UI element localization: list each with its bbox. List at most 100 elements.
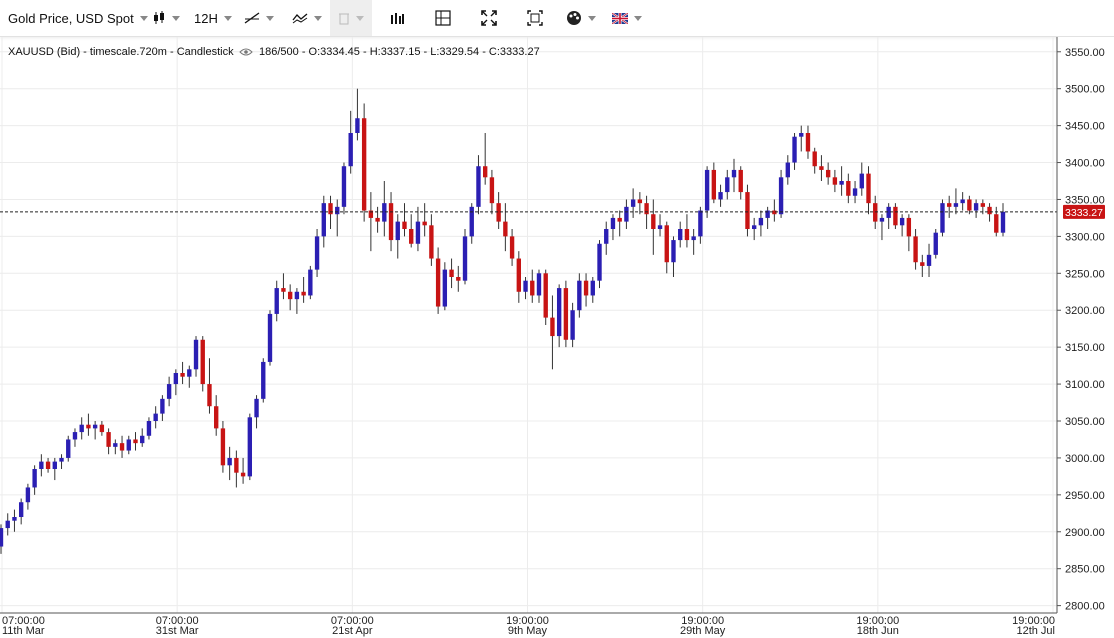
snapshot-button[interactable] (527, 0, 543, 36)
candle-body (846, 181, 851, 196)
y-tick-label: 3350.00 (1065, 194, 1105, 206)
candle-body (792, 136, 797, 163)
candle-body (12, 517, 17, 521)
candle-body (39, 461, 44, 469)
candle-body (66, 439, 71, 458)
candle-body (980, 203, 986, 207)
candle-body (597, 243, 602, 281)
last-price-marker: 3333.27 (1063, 204, 1105, 219)
candle-body (489, 177, 495, 204)
candle-body (805, 133, 811, 152)
candle-body (348, 133, 353, 167)
candle-body (920, 262, 925, 266)
y-tick-label: 3050.00 (1065, 416, 1105, 428)
candle-body (301, 291, 306, 296)
timeframe-label: 12H (194, 10, 218, 26)
candle-body (556, 288, 562, 337)
candle-body (240, 472, 246, 477)
candle-body (536, 273, 542, 296)
candle-body (987, 206, 992, 215)
language-selector[interactable] (612, 0, 642, 36)
timeframe-selector[interactable]: 12H (194, 0, 232, 36)
candle-body (933, 232, 938, 255)
candle-body (214, 406, 219, 429)
chevron-down-icon (314, 15, 322, 21)
candle-body (772, 210, 777, 215)
chart-info: XAUUSD (Bid) - timescale.720m - Candlest… (8, 46, 540, 58)
candle-body (314, 236, 320, 270)
y-tick-label: 3250.00 (1065, 268, 1105, 280)
fullscreen-button[interactable] (481, 0, 497, 36)
chevron-down-icon (634, 15, 642, 21)
candle-body (395, 221, 400, 241)
last-price-label: 3333.27 (1065, 207, 1103, 219)
candle-body (173, 373, 179, 385)
candle-body (274, 288, 279, 314)
candlestick-icon (154, 11, 164, 24)
y-tick-label: 3500.00 (1065, 84, 1105, 96)
candle-body (960, 199, 965, 204)
candle-body (234, 457, 239, 473)
candle-body (577, 280, 582, 311)
candle-body (664, 225, 669, 263)
candle-body (72, 432, 78, 440)
chart-type-button[interactable] (152, 0, 180, 36)
candle-body (422, 221, 427, 226)
candle-body (778, 177, 784, 215)
drawing-tools-button[interactable] (244, 0, 274, 36)
candle-body (415, 221, 421, 244)
candle-body (879, 217, 885, 222)
candle-body (926, 254, 932, 266)
crop-icon (527, 10, 543, 26)
price-chart[interactable]: 3550.00 3500.00 3450.00 3400.00 3350.00 3300.… (0, 37, 1114, 638)
candle-body (604, 229, 609, 244)
candle-body (99, 424, 105, 433)
candle-body (52, 461, 57, 469)
candle-body (684, 229, 690, 241)
chevron-down-icon (139, 15, 148, 21)
candle-body (819, 166, 824, 170)
expand-icon (481, 10, 497, 26)
delete-drawing-button[interactable] (330, 0, 372, 36)
candle-body (449, 269, 454, 277)
candle-body (671, 240, 676, 263)
theme-button[interactable] (566, 0, 596, 36)
candle-body (698, 210, 703, 237)
instrument-selector[interactable]: Gold Price, USD Spot (8, 0, 148, 36)
volume-button[interactable] (389, 0, 405, 36)
y-tick-label: 2900.00 (1065, 527, 1105, 539)
candle-body (59, 457, 64, 462)
candle-body (496, 203, 501, 222)
candle-body (5, 520, 10, 529)
y-tick-label: 2800.00 (1065, 601, 1105, 613)
y-tick-label: 3300.00 (1065, 231, 1105, 243)
chevron-down-icon (223, 15, 232, 21)
instrument-label: Gold Price, USD Spot (8, 10, 134, 26)
layout-button[interactable] (435, 0, 451, 36)
candle-body (1000, 211, 1006, 233)
candle-body (530, 280, 535, 296)
candle-body (583, 280, 589, 296)
candle-body (503, 221, 508, 237)
candle-body (483, 166, 488, 178)
candle-body (913, 236, 918, 263)
candle-body (947, 203, 952, 207)
bar-chart-icon (391, 13, 404, 24)
candle-body (563, 288, 569, 340)
candle-body (543, 273, 548, 318)
indicators-button[interactable] (292, 0, 322, 36)
candle-body (940, 203, 945, 233)
candle-body (335, 206, 340, 215)
candle-body (200, 339, 205, 385)
candle-body (758, 217, 764, 226)
candle-body (704, 169, 710, 211)
candle-body (825, 169, 831, 178)
ohlc-info: 186/500 - O:3334.45 - H:3337.15 - L:3329… (259, 46, 540, 58)
x-tick-date: 18th Jun (857, 625, 899, 637)
candle-body (133, 439, 138, 444)
candle-body (106, 432, 111, 447)
x-tick-date: 21st Apr (332, 625, 373, 637)
candle-body (839, 181, 844, 185)
candle-body (113, 443, 118, 447)
candle-body (402, 221, 407, 229)
